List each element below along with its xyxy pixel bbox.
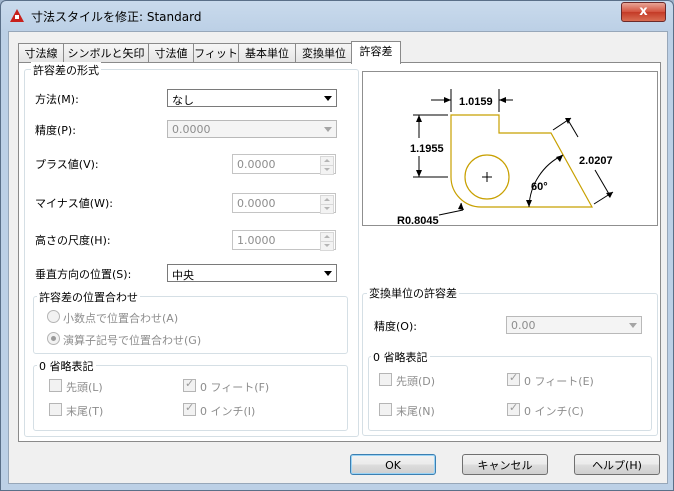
spin-down-icon[interactable] [320, 241, 334, 251]
height-scale-label: 高さの尺度(H): [35, 234, 111, 247]
alt-precision-label: 精度(O): [374, 320, 417, 333]
zero-feet-checkbox[interactable] [183, 377, 196, 392]
lower-value-spinner[interactable]: 0.0000 [232, 193, 336, 214]
upper-value-value: 0.0000 [237, 158, 276, 171]
alt-leading-label: 先頭(D) [396, 375, 436, 388]
help-button[interactable]: ヘルプ(H) [574, 454, 660, 475]
upper-value-spinner[interactable]: 0.0000 [232, 154, 336, 175]
title-bar[interactable]: 寸法スタイルを修正: Standard x [1, 1, 673, 31]
dialog-window: 寸法スタイルを修正: Standard x 寸法線 シンボルと矢印 寸法値 フィ… [0, 0, 674, 491]
method-select[interactable]: なし [167, 89, 337, 107]
chevron-down-icon [324, 271, 332, 276]
zero-inches-checkbox[interactable] [183, 401, 196, 416]
align-decimal-label: 小数点で位置合わせ(A) [63, 312, 179, 325]
height-scale-spinner[interactable]: 1.0000 [232, 230, 336, 251]
alt-zero-suppression-title: 0 省略表記 [371, 349, 430, 365]
alt-leading-checkbox[interactable] [379, 373, 392, 386]
height-scale-value: 1.0000 [237, 234, 276, 247]
chevron-down-icon [629, 323, 637, 328]
precision-value: 0.0000 [172, 123, 211, 136]
alt-zero-suppression-group [368, 356, 652, 431]
vertical-position-select[interactable]: 中央 [167, 264, 337, 282]
radius-label: R0.8045 [397, 215, 439, 225]
lower-value-label: マイナス値(W): [35, 197, 113, 210]
tab-primary-units[interactable]: 基本単位 [238, 43, 296, 63]
alt-precision-select[interactable]: 0.00 [506, 316, 642, 334]
trailing-label: 末尾(T) [66, 405, 104, 418]
alt-zero-feet-label: 0 フィート(E) [524, 375, 594, 388]
preview-drawing: 1.0159 1.1955 2.0207 60° R0.8045 [397, 89, 614, 227]
tolerance-alignment-title: 許容差の位置合わせ [37, 289, 140, 305]
dim-top-label: 1.0159 [459, 96, 493, 108]
lower-value-value: 0.0000 [237, 197, 276, 210]
autocad-logo-icon [10, 9, 24, 22]
align-decimal-radio[interactable] [47, 310, 60, 323]
alt-zero-inches-checkbox[interactable] [507, 401, 520, 416]
alt-trailing-label: 末尾(N) [396, 405, 435, 418]
chevron-down-icon [324, 127, 332, 132]
zero-suppression-group [33, 365, 348, 431]
leading-label: 先頭(L) [66, 381, 103, 394]
upper-value-label: プラス値(V): [35, 158, 99, 171]
zero-inches-label: 0 インチ(I) [200, 405, 256, 418]
precision-label: 精度(P): [35, 124, 76, 137]
spin-down-icon[interactable] [320, 204, 334, 214]
alt-zero-inches-label: 0 インチ(C) [524, 405, 584, 418]
tab-symbols-arrows[interactable]: シンボルと矢印 [63, 43, 149, 63]
spin-down-icon[interactable] [320, 165, 334, 175]
zero-feet-label: 0 フィート(F) [200, 381, 270, 394]
dim-left-label: 1.1955 [410, 143, 444, 155]
preview-pane: 1.0159 1.1955 2.0207 60° R0.8045 [362, 71, 658, 227]
vertical-position-value: 中央 [172, 269, 194, 282]
tolerance-format-title: 許容差の形式 [31, 62, 101, 78]
cancel-button[interactable]: キャンセル [462, 454, 548, 475]
ok-button[interactable]: OK [350, 454, 436, 475]
preview-shape [450, 114, 594, 208]
alt-zero-feet-checkbox[interactable] [507, 371, 520, 386]
close-button[interactable]: x [621, 2, 666, 22]
dim-right-label: 2.0207 [579, 155, 613, 167]
align-operator-radio[interactable] [47, 332, 60, 345]
tab-tolerances[interactable]: 許容差 [351, 41, 401, 64]
trailing-checkbox[interactable] [49, 403, 62, 416]
precision-select[interactable]: 0.0000 [167, 120, 337, 138]
method-value: なし [172, 94, 194, 107]
window-title: 寸法スタイルを修正: Standard [31, 10, 202, 24]
dialog-client: 寸法線 シンボルと矢印 寸法値 フィット 基本単位 変換単位 許容差 許容差の形… [8, 31, 668, 484]
alt-precision-value: 0.00 [511, 319, 536, 332]
leading-checkbox[interactable] [49, 379, 62, 392]
zero-suppression-title: 0 省略表記 [37, 358, 96, 374]
tab-text[interactable]: 寸法値 [148, 43, 194, 63]
method-label: 方法(M): [35, 93, 79, 106]
alt-trailing-checkbox[interactable] [379, 403, 392, 416]
tab-alternate-units[interactable]: 変換単位 [295, 43, 353, 63]
tolerances-panel: 許容差の形式 方法(M): なし 精度(P): 0.0000 プラス値(V): … [18, 62, 661, 442]
angle-label: 60° [531, 181, 548, 193]
vertical-position-label: 垂直方向の位置(S): [35, 268, 132, 281]
alt-unit-tolerance-title: 変換単位の許容差 [367, 285, 459, 301]
tab-dimension-lines[interactable]: 寸法線 [18, 43, 64, 63]
align-operator-label: 演算子記号で位置合わせ(G) [63, 334, 202, 347]
chevron-down-icon [324, 96, 332, 101]
preview-arrows [416, 97, 613, 210]
tab-fit[interactable]: フィット [193, 43, 239, 63]
